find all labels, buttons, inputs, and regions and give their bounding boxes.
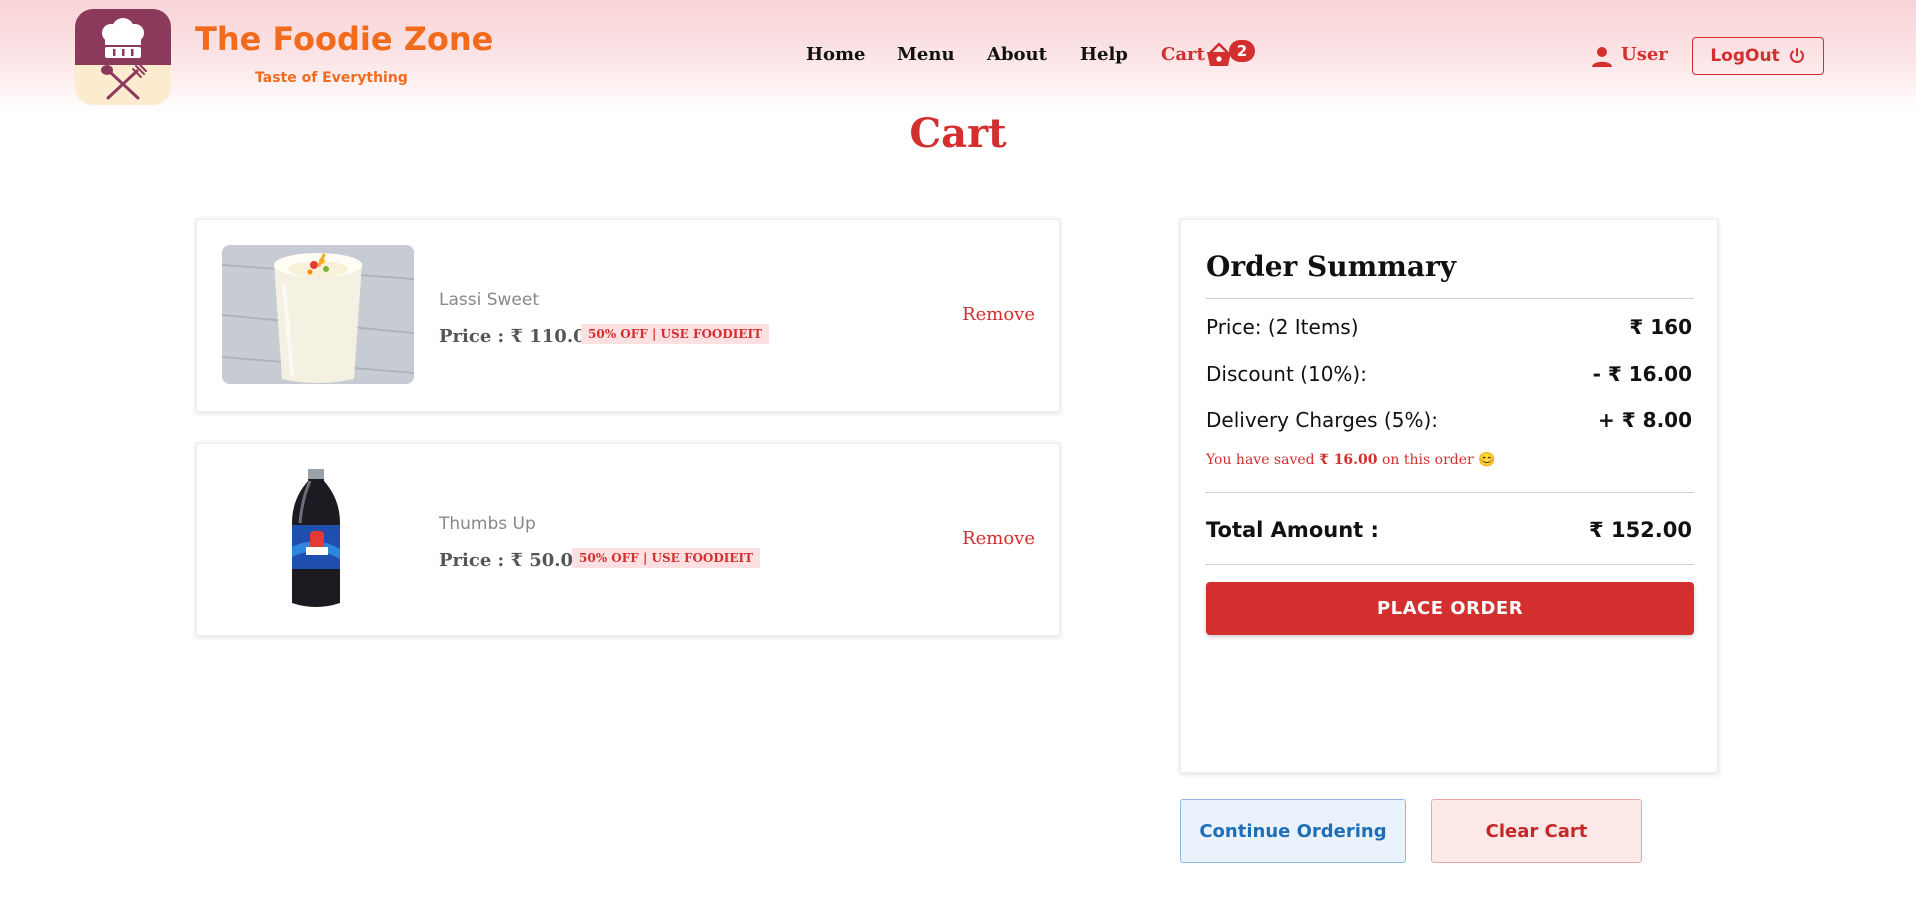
cart-count-badge: 2 [1229,40,1255,62]
nav-menu[interactable]: Menu [897,44,955,65]
summary-divider [1206,298,1694,299]
power-icon [1789,48,1804,63]
total-amount-label: Total Amount : [1206,518,1379,542]
summary-divider [1206,564,1694,565]
price-value: ₹ 160 [1629,315,1692,339]
brand-logo[interactable] [75,9,171,105]
cart-icon-button[interactable]: 2 [1205,38,1255,68]
offer-badge: 50% OFF | USE FOODIEIT [581,324,770,344]
delivery-value: + ₹ 8.00 [1598,408,1692,432]
logout-button[interactable]: LogOut [1692,37,1824,75]
price-label: Price: (2 Items) [1206,315,1359,339]
smile-emoji-icon: 😊 [1478,452,1496,468]
savings-amount: ₹ 16.00 [1319,452,1378,468]
nav-help[interactable]: Help [1080,44,1128,65]
top-navbar: The Foodie Zone Taste of Everything Home… [0,0,1916,112]
nav-about[interactable]: About [987,44,1047,65]
item-price: Price : ₹ 50.00 [439,550,586,571]
savings-prefix: You have saved [1206,452,1320,468]
item-name: Thumbs Up [439,514,536,534]
place-order-button[interactable]: PLACE ORDER [1206,582,1694,635]
order-summary-card: Order Summary Price: (2 Items) ₹ 160 Dis… [1180,219,1718,773]
item-price-prefix: Price : [439,550,511,571]
nav-cart[interactable]: Cart [1161,44,1205,65]
clear-cart-button[interactable]: Clear Cart [1431,799,1642,863]
savings-suffix: on this order [1377,452,1474,468]
user-link[interactable]: User [1621,44,1668,65]
discount-value: - ₹ 16.00 [1592,362,1692,386]
item-price: Price : ₹ 110.00 [439,326,598,347]
continue-ordering-button[interactable]: Continue Ordering [1180,799,1406,863]
chef-hat-icon [101,18,147,100]
nav-home[interactable]: Home [806,44,866,65]
page-title: Cart [909,110,1007,157]
cart-item-card: Lassi Sweet Price : ₹ 110.00 50% OFF | U… [196,219,1060,412]
remove-item-button[interactable]: Remove [962,528,1035,549]
order-summary-title: Order Summary [1206,250,1457,283]
logout-label: LogOut [1710,46,1780,66]
cart-item-card: Thumbs Up Price : ₹ 50.00 50% OFF | USE … [196,443,1060,636]
remove-item-button[interactable]: Remove [962,304,1035,325]
delivery-label: Delivery Charges (5%): [1206,408,1438,432]
lassi-glass-image [222,245,414,384]
item-price-prefix: Price : [439,326,511,347]
discount-label: Discount (10%): [1206,362,1367,386]
user-icon[interactable] [1590,45,1614,69]
item-name: Lassi Sweet [439,290,540,310]
brand-tagline: Taste of Everything [255,70,408,86]
soda-bottle-image [222,469,414,608]
total-amount-value: ₹ 152.00 [1589,518,1692,542]
offer-badge: 50% OFF | USE FOODIEIT [572,548,761,568]
savings-note: You have saved ₹ 16.00 on this order 😊 [1206,452,1496,468]
summary-divider [1206,492,1694,493]
brand-name: The Foodie Zone [195,20,494,58]
